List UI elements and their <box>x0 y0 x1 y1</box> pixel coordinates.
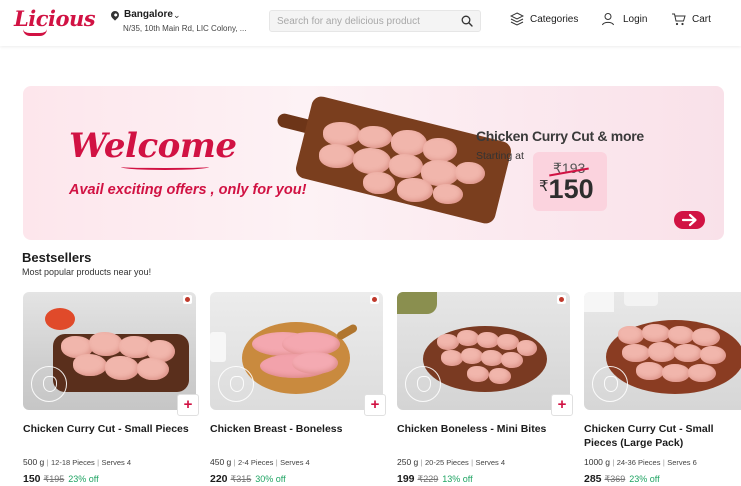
location-pin-icon <box>109 9 121 21</box>
location-address: N/35, 10th Main Rd, LIC Colony, ... <box>123 24 247 33</box>
add-to-cart-button[interactable]: + <box>177 394 199 416</box>
product-image[interactable] <box>584 292 741 410</box>
product-badge-icon <box>557 295 566 304</box>
product-name[interactable]: Chicken Curry Cut - Small Pieces <box>23 422 196 436</box>
product-image[interactable] <box>397 292 570 410</box>
product-badge-icon <box>183 295 192 304</box>
banner-next-button[interactable] <box>674 211 705 229</box>
add-to-cart-button[interactable]: + <box>551 394 573 416</box>
offer-banner[interactable]: Welcome Avail exciting offers , only for… <box>23 86 724 240</box>
product-image[interactable] <box>23 292 196 410</box>
product-card[interactable]: + Chicken Breast - Boneless 450 g | 2-4 … <box>210 292 386 486</box>
location-city: Bangalore <box>124 9 173 20</box>
product-name[interactable]: Chicken Curry Cut - Small Pieces (Large … <box>584 422 741 450</box>
cart-icon <box>672 13 686 26</box>
product-price: 220 ₹315 30% off <box>210 473 286 485</box>
product-name[interactable]: Chicken Boneless - Mini Bites <box>397 422 570 436</box>
quality-stamp-icon <box>405 366 441 402</box>
product-badge-icon <box>370 295 379 304</box>
product-price: 285 ₹369 23% off <box>584 473 660 485</box>
offer-price-box: ₹193 ₹150 <box>533 152 607 211</box>
offer-new-price: ₹150 <box>539 174 594 204</box>
categories-icon <box>510 12 524 26</box>
nav-categories-label: Categories <box>530 14 579 25</box>
welcome-underline <box>121 164 209 170</box>
offer-starting-at: Starting at <box>476 150 524 162</box>
quality-stamp-icon <box>218 366 254 402</box>
product-price: 150 ₹195 23% off <box>23 473 99 485</box>
search-input[interactable] <box>277 14 457 28</box>
bestsellers-subtitle: Most popular products near you! <box>22 267 152 277</box>
product-card[interactable]: Chicken Curry Cut - Small Pieces (Large … <box>584 292 741 486</box>
product-image[interactable] <box>210 292 383 410</box>
banner-tagline: Avail exciting offers , only for you! <box>69 182 307 198</box>
logo-smile <box>23 29 47 36</box>
banner-welcome: Welcome <box>69 126 237 166</box>
product-card[interactable]: + Chicken Curry Cut - Small Pieces 500 g… <box>23 292 199 486</box>
product-price: 199 ₹229 13% off <box>397 473 473 485</box>
top-header: Licious Bangalore ⌄ N/35, 10th Main Rd, … <box>0 0 741 46</box>
user-icon <box>602 13 614 26</box>
offer-title: Chicken Curry Cut & more <box>476 128 644 144</box>
arrow-right-icon <box>681 213 697 227</box>
product-card[interactable]: + Chicken Boneless - Mini Bites 250 g | … <box>397 292 573 486</box>
quality-stamp-icon <box>592 366 628 402</box>
bestsellers-title: Bestsellers <box>22 250 92 265</box>
nav-cart-label: Cart <box>692 14 711 25</box>
nav-login-label: Login <box>623 14 648 25</box>
product-meta: 1000 g | 24-36 Pieces | Serves 6 <box>584 457 697 467</box>
search-icon[interactable] <box>461 15 473 27</box>
add-to-cart-button[interactable]: + <box>364 394 386 416</box>
product-meta: 450 g | 2-4 Pieces | Serves 4 <box>210 457 310 467</box>
quality-stamp-icon <box>31 366 67 402</box>
chevron-down-icon: ⌄ <box>173 10 181 20</box>
product-meta: 500 g | 12-18 Pieces | Serves 4 <box>23 457 132 467</box>
licious-logo[interactable]: Licious <box>14 6 96 31</box>
search-bar[interactable] <box>269 10 481 32</box>
product-meta: 250 g | 20-25 Pieces | Serves 4 <box>397 457 506 467</box>
product-name[interactable]: Chicken Breast - Boneless <box>210 422 383 436</box>
